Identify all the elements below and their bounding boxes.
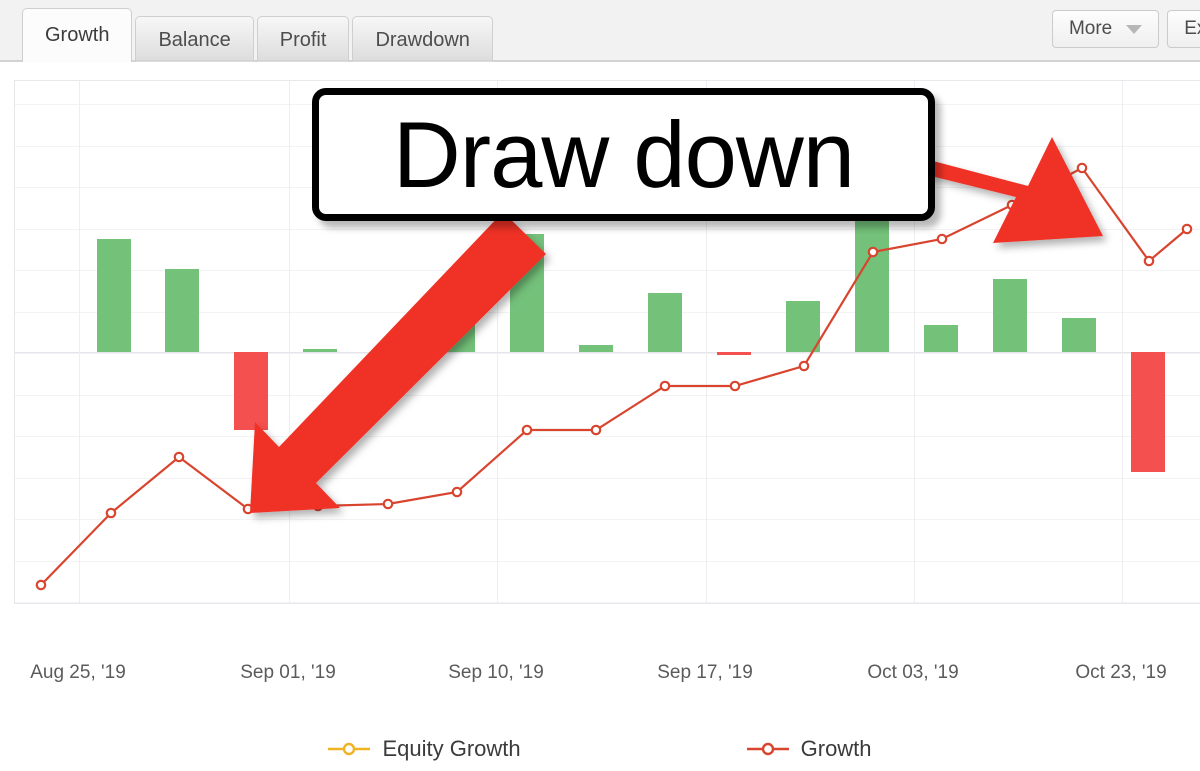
tab-drawdown[interactable]: Drawdown — [352, 16, 493, 62]
data-point-marker[interactable] — [382, 498, 394, 510]
x-axis: Aug 25, '19 Sep 01, '19 Sep 10, '19 Sep 17,… — [0, 662, 1200, 696]
x-axis-tick-label: Sep 17, '19 — [657, 662, 753, 683]
chevron-down-icon — [1126, 24, 1143, 34]
data-point-marker[interactable] — [1006, 199, 1018, 211]
data-point-marker[interactable] — [659, 380, 671, 392]
tab-drawdown-label: Drawdown — [375, 29, 470, 51]
export-button[interactable]: Exp — [1167, 10, 1200, 48]
more-button[interactable]: More — [1051, 10, 1160, 48]
data-point-marker[interactable] — [1181, 223, 1193, 235]
data-point-marker[interactable] — [173, 451, 185, 463]
growth-marker-icon — [746, 742, 789, 756]
tab-growth[interactable]: Growth — [22, 8, 133, 63]
data-point-marker[interactable] — [867, 246, 879, 258]
x-axis-tick-label: Oct 03, '19 — [867, 662, 959, 683]
tab-balance-label: Balance — [158, 29, 231, 51]
legend-label-equity-growth: Equity Growth — [382, 736, 521, 761]
tab-growth-label: Growth — [45, 24, 110, 46]
data-point-marker[interactable] — [729, 380, 741, 392]
data-point-marker[interactable] — [521, 424, 533, 436]
data-point-marker[interactable] — [936, 233, 948, 245]
tab-balance[interactable]: Balance — [135, 16, 254, 62]
x-axis-tick-label: Aug 25, '19 — [30, 662, 126, 683]
data-point-marker[interactable] — [242, 503, 254, 515]
data-point-marker[interactable] — [451, 486, 463, 498]
chart-legend: Equity Growth Growth — [0, 727, 1200, 771]
data-point-marker[interactable] — [35, 579, 47, 591]
data-point-marker[interactable] — [798, 360, 810, 372]
tab-bar: Growth Balance Profit Drawdown More Exp — [0, 0, 1200, 63]
export-button-label: Exp — [1184, 18, 1200, 39]
legend-item-equity-growth[interactable]: Equity Growth — [328, 736, 521, 762]
growth-markers — [35, 162, 1193, 591]
data-point-marker[interactable] — [1143, 255, 1155, 267]
data-point-marker[interactable] — [590, 424, 602, 436]
data-point-marker[interactable] — [105, 507, 117, 519]
data-point-marker[interactable] — [1076, 162, 1088, 174]
x-axis-tick-label: Sep 10, '19 — [448, 662, 544, 683]
callout-box: Draw down — [312, 88, 935, 221]
equity-growth-marker-icon — [328, 742, 371, 756]
tab-list: Growth Balance Profit Drawdown — [22, 8, 496, 63]
data-point-marker[interactable] — [312, 500, 324, 512]
x-axis-tick-label: Oct 23, '19 — [1075, 662, 1167, 683]
growth-line — [40, 166, 1188, 586]
x-axis-tick-label: Sep 01, '19 — [240, 662, 336, 683]
more-button-label: More — [1068, 18, 1113, 39]
legend-item-growth[interactable]: Growth — [746, 736, 872, 762]
legend-label-growth: Growth — [800, 736, 872, 761]
tab-profit-label: Profit — [279, 29, 327, 51]
tab-profit[interactable]: Profit — [256, 16, 350, 62]
callout-text: Draw down — [392, 101, 855, 207]
toolbar: More Exp — [1044, 10, 1200, 48]
